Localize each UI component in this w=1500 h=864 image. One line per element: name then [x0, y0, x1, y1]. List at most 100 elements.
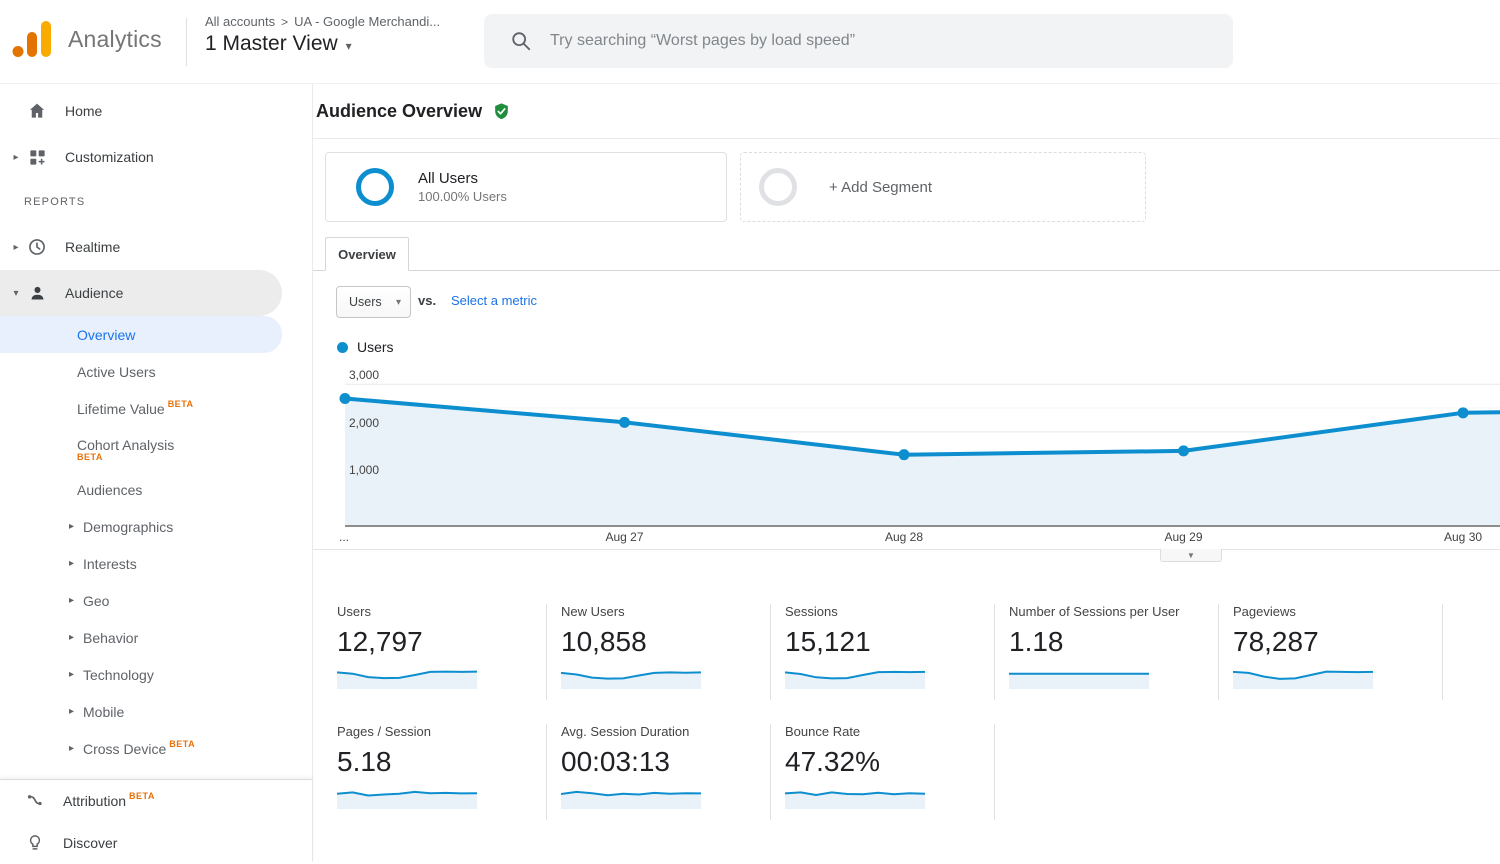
metric-sparkline — [337, 659, 477, 689]
segment-ring-icon — [356, 168, 394, 206]
sidebar-item-label: Lifetime Value — [77, 401, 165, 417]
metric-label[interactable]: Users — [337, 604, 546, 619]
sidebar-item-customization[interactable]: ▸Customization — [0, 134, 312, 180]
sidebar-item-label: Demographics — [83, 519, 173, 535]
legend-dot-icon — [337, 342, 348, 353]
metric-value: 10,858 — [561, 626, 770, 658]
x-axis-tick: Aug 29 — [1164, 530, 1202, 544]
customization-icon — [26, 148, 48, 167]
metric-sparkline — [785, 779, 925, 809]
chart-bottom-rule — [313, 549, 1500, 550]
sidebar-item-label: Interests — [83, 556, 137, 572]
view-name: 1 Master View — [205, 32, 338, 56]
sidebar-item-label: Technology — [83, 667, 154, 683]
tab-overview[interactable]: Overview — [325, 237, 409, 271]
chevron-right-icon: ▸ — [69, 706, 83, 717]
add-segment-ring-icon — [759, 168, 797, 206]
sidebar-bottom-panel: AttributionBETA Discover — [0, 779, 312, 862]
breadcrumb-separator: > — [281, 15, 288, 29]
chevron-right-icon: ▸ — [69, 558, 83, 569]
sidebar-item-audiences[interactable]: Audiences — [0, 471, 312, 508]
sidebar-item-attribution[interactable]: AttributionBETA — [0, 780, 312, 822]
metric-sparkline — [1009, 659, 1149, 689]
breadcrumb-property[interactable]: UA - Google Merchandi... — [294, 14, 440, 29]
metric-sparkline — [1233, 659, 1373, 689]
x-axis-tick: ... — [339, 530, 349, 544]
sidebar-item-technology[interactable]: ▸Technology — [0, 656, 312, 693]
sidebar-item-label: Audiences — [77, 482, 142, 498]
app-header: Analytics All accounts > UA - Google Mer… — [0, 0, 1500, 84]
sidebar-item-mobile[interactable]: ▸Mobile — [0, 693, 312, 730]
metric-label[interactable]: Pages / Session — [337, 724, 546, 739]
metric-label[interactable]: Avg. Session Duration — [561, 724, 770, 739]
sidebar-item-label: Attribution — [63, 793, 126, 809]
chevron-right-icon: ▸ — [8, 242, 24, 253]
sidebar-item-behavior[interactable]: ▸Behavior — [0, 619, 312, 656]
metric-card-number-of-sessions-per-user: Number of Sessions per User1.18 — [995, 604, 1219, 700]
chevron-down-icon: ▼ — [1187, 551, 1195, 560]
add-segment-button[interactable]: + Add Segment — [740, 152, 1146, 222]
sidebar-item-label: Cohort Analysis — [77, 437, 174, 453]
metric-label[interactable]: Number of Sessions per User — [1009, 604, 1218, 619]
sidebar-item-home[interactable]: Home — [0, 88, 312, 134]
header-divider — [186, 18, 187, 66]
search-icon — [510, 30, 532, 52]
sidebar-item-cohort-analysis[interactable]: Cohort AnalysisBETA — [0, 427, 312, 471]
sidebar: Home▸CustomizationREPORTS▸Realtime▾Audie… — [0, 84, 313, 862]
chevron-right-icon: ▸ — [69, 595, 83, 606]
sidebar-item-custom[interactable]: ▸Custom — [0, 767, 312, 779]
chevron-right-icon: ▸ — [69, 743, 83, 754]
sidebar-item-audience[interactable]: ▾Audience — [0, 270, 282, 316]
add-segment-label: + Add Segment — [829, 179, 932, 196]
x-axis-tick: Aug 27 — [605, 530, 643, 544]
home-icon — [26, 101, 48, 121]
sidebar-item-discover[interactable]: Discover — [0, 822, 312, 864]
verified-shield-icon[interactable] — [492, 102, 511, 121]
sidebar-item-label: Discover — [63, 835, 117, 851]
product-name: Analytics — [68, 26, 162, 53]
chart-collapse-handle[interactable]: ▼ — [1160, 549, 1222, 562]
metric-label[interactable]: Sessions — [785, 604, 994, 619]
sidebar-item-active-users[interactable]: Active Users — [0, 353, 312, 390]
beta-badge: BETA — [168, 399, 194, 409]
chevron-right-icon: ▸ — [69, 521, 83, 532]
chevron-down-icon: ▾ — [346, 39, 352, 53]
page-title-row: Audience Overview — [313, 84, 1500, 139]
metric-card-sessions: Sessions15,121 — [771, 604, 995, 700]
sidebar-item-interests[interactable]: ▸Interests — [0, 545, 312, 582]
select-metric-link[interactable]: Select a metric — [451, 293, 537, 308]
metric-label[interactable]: Bounce Rate — [785, 724, 994, 739]
sidebar-item-geo[interactable]: ▸Geo — [0, 582, 312, 619]
breadcrumb-all-accounts[interactable]: All accounts — [205, 14, 275, 29]
metrics-row-2: Pages / Session5.18 Avg. Session Duration… — [323, 724, 995, 820]
page-title: Audience Overview — [316, 101, 482, 122]
search-bar[interactable] — [484, 14, 1233, 68]
users-over-time-chart[interactable] — [345, 370, 1500, 527]
metrics-row-1: Users12,797 New Users 10,858Sessions15,121… — [323, 604, 1443, 700]
sidebar-item-demographics[interactable]: ▸Demographics — [0, 508, 312, 545]
view-selector[interactable]: 1 Master View ▾ — [205, 32, 440, 56]
metric-sparkline — [561, 659, 701, 689]
sidebar-item-label: Audience — [65, 285, 123, 301]
analytics-logo[interactable]: Analytics — [12, 20, 162, 58]
segment-all-users[interactable]: All Users 100.00% Users — [325, 152, 727, 222]
sidebar-item-lifetime-value[interactable]: Lifetime ValueBETA — [0, 390, 312, 427]
sidebar-item-realtime[interactable]: ▸Realtime — [0, 224, 312, 270]
chevron-down-icon: ▾ — [396, 297, 401, 308]
sidebar-section-reports: REPORTS — [0, 180, 312, 224]
search-input[interactable] — [550, 32, 1190, 50]
breadcrumb: All accounts > UA - Google Merchandi... … — [205, 14, 440, 56]
metric-label[interactable]: Pageviews — [1233, 604, 1442, 619]
metric-label[interactable]: New Users — [561, 604, 770, 619]
metric-sparkline — [337, 779, 477, 809]
metric-dropdown[interactable]: Users ▾ — [336, 286, 411, 318]
metric-card-users: Users12,797 — [323, 604, 547, 700]
chart-legend: Users — [337, 339, 394, 355]
audience-icon — [26, 284, 48, 303]
metric-sparkline — [785, 659, 925, 689]
sidebar-item-label: Geo — [83, 593, 109, 609]
metric-card-pages-session: Pages / Session5.18 — [323, 724, 547, 820]
sidebar-item-overview[interactable]: Overview — [0, 316, 282, 353]
discover-icon — [24, 833, 46, 853]
sidebar-item-cross-device[interactable]: ▸Cross DeviceBETA — [0, 730, 312, 767]
